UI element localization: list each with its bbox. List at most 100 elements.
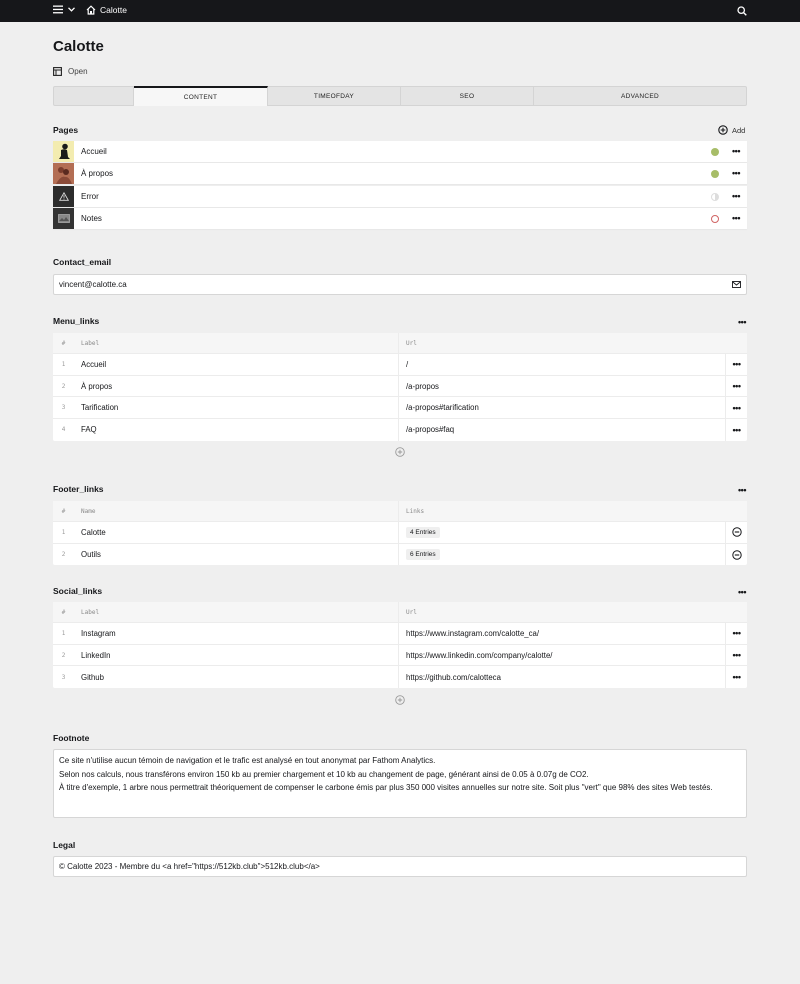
legal-value: © Calotte 2023 - Membre du <a href="http… — [59, 862, 320, 871]
row-options-button[interactable]: ••• — [726, 354, 747, 375]
row-label[interactable]: FAQ — [74, 419, 399, 441]
status-unlisted-icon[interactable] — [711, 192, 719, 201]
page-options-button[interactable]: ••• — [730, 168, 742, 178]
row-label[interactable]: Github — [74, 666, 399, 689]
row-options-button[interactable]: ••• — [726, 376, 747, 397]
table-row[interactable]: 1 Accueil / ••• — [53, 354, 747, 376]
footer-links-label: Footer_links — [53, 484, 104, 494]
social-links-label: Social_links — [53, 586, 103, 596]
table-row[interactable]: 3 Tarification /a-propos#tarification ••… — [53, 397, 747, 420]
status-draft-icon[interactable] — [711, 214, 719, 223]
row-label[interactable]: Accueil — [74, 354, 399, 375]
page-thumbnail — [53, 141, 74, 162]
page-name: Accueil — [81, 147, 107, 156]
table-row[interactable]: 1 Calotte 4 Entries — [53, 522, 747, 544]
row-links[interactable]: 4 Entries — [399, 522, 726, 543]
row-options-button[interactable]: ••• — [726, 666, 747, 688]
table-row[interactable]: 3 Github https://github.com/calotteca ••… — [53, 666, 747, 689]
add-page-button[interactable]: Add — [718, 125, 745, 135]
page-thumbnail — [53, 185, 74, 207]
row-options-button[interactable]: ••• — [726, 623, 747, 644]
tab-seo[interactable]: SEO — [401, 87, 534, 105]
row-url[interactable]: https://www.linkedin.com/company/calotte… — [399, 644, 726, 666]
table-header: # Label Url — [53, 333, 747, 354]
menu-links-options-button[interactable]: ••• — [736, 317, 748, 327]
tab-timeofday[interactable]: TIMEOFDAY — [268, 87, 401, 105]
row-url[interactable]: / — [399, 354, 726, 375]
contact-email-label: Contact_email — [53, 257, 112, 267]
status-listed-icon[interactable] — [711, 148, 719, 156]
search-button[interactable] — [737, 6, 747, 18]
row-index: 1 — [61, 629, 66, 637]
page-options-button[interactable]: ••• — [730, 191, 742, 201]
row-url[interactable]: /a-propos#tarification — [399, 397, 726, 419]
row-url[interactable]: https://github.com/calotteca — [399, 666, 726, 689]
search-icon — [737, 6, 747, 16]
contact-email-field[interactable]: vincent@calotte.ca — [53, 274, 747, 295]
minus-circle-icon — [731, 527, 742, 538]
page-name: Error — [81, 191, 99, 201]
row-options-button[interactable]: ••• — [726, 645, 747, 666]
remove-row-button[interactable] — [726, 522, 747, 543]
row-index: 3 — [61, 404, 66, 412]
row-label[interactable]: Tarification — [74, 397, 399, 419]
page-options-button[interactable]: ••• — [730, 213, 742, 223]
footnote-textarea[interactable]: Ce site n'utilise aucun témoin de naviga… — [53, 749, 747, 818]
social-links-options-button[interactable]: ••• — [736, 587, 748, 597]
row-label[interactable]: Instagram — [74, 623, 399, 644]
table-row[interactable]: 1 Instagram https://www.instagram.com/ca… — [53, 623, 747, 645]
page-item-notes[interactable]: Notes ••• — [53, 207, 747, 229]
row-links[interactable]: 6 Entries — [399, 543, 726, 566]
tab-content[interactable]: CONTENT — [134, 86, 268, 106]
footer-links-table: # Name Links 1 Calotte 4 Entries 2 Outil… — [53, 501, 747, 566]
row-url[interactable]: /a-propos#faq — [399, 419, 726, 441]
row-label[interactable]: LinkedIn — [74, 644, 399, 666]
status-button[interactable]: Open — [53, 67, 88, 76]
tab-advanced[interactable]: ADVANCED — [534, 87, 746, 105]
row-label[interactable]: À propos — [74, 375, 399, 397]
table-row[interactable]: 2 Outils 6 Entries — [53, 543, 747, 566]
menu-links-table: # Label Url 1 Accueil / ••• 2 À propos /… — [53, 333, 747, 441]
status-listed-icon[interactable] — [711, 170, 719, 179]
legal-field[interactable]: © Calotte 2023 - Membre du <a href="http… — [53, 856, 747, 877]
remove-row-button[interactable] — [726, 544, 747, 566]
row-url[interactable]: https://www.instagram.com/calotte_ca/ — [399, 623, 726, 644]
page-name: Notes — [81, 213, 102, 223]
page-item-accueil[interactable]: Accueil ••• — [53, 141, 747, 162]
row-options-button[interactable]: ••• — [726, 397, 747, 418]
row-options-button[interactable]: ••• — [726, 419, 747, 441]
add-row-icon[interactable] — [395, 695, 405, 705]
table-row[interactable]: 4 FAQ /a-propos#faq ••• — [53, 419, 747, 441]
row-name[interactable]: Calotte — [74, 522, 399, 543]
add-label: Add — [732, 125, 746, 135]
add-row-icon[interactable] — [395, 447, 405, 457]
row-index: 1 — [61, 528, 66, 536]
site-link[interactable]: Calotte — [86, 5, 127, 15]
header-index: # — [61, 507, 66, 515]
table-header: # Label Url — [53, 602, 747, 623]
menu-button[interactable] — [53, 5, 75, 14]
table-row[interactable]: 2 À propos /a-propos ••• — [53, 375, 747, 398]
footer-links-options-button[interactable]: ••• — [736, 485, 748, 495]
site-name: Calotte — [100, 5, 127, 15]
row-index: 2 — [61, 551, 66, 559]
row-index: 3 — [61, 673, 66, 681]
row-name[interactable]: Outils — [74, 543, 399, 566]
table-header: # Name Links — [53, 501, 747, 522]
page-item-a-propos[interactable]: À propos ••• — [53, 163, 747, 185]
tab-bar: CONTENT TIMEOFDAY SEO ADVANCED — [53, 86, 747, 106]
entries-badge: 6 Entries — [406, 549, 440, 561]
page-thumbnail — [53, 207, 74, 229]
figure-thumbnail-icon — [58, 143, 70, 159]
page-options-button[interactable]: ••• — [730, 146, 742, 156]
row-url[interactable]: /a-propos — [399, 375, 726, 397]
row-index: 4 — [61, 426, 66, 434]
page-item-error[interactable]: Error ••• — [53, 185, 747, 207]
add-circle-icon — [718, 125, 728, 135]
table-row[interactable]: 2 LinkedIn https://www.linkedin.com/comp… — [53, 644, 747, 667]
top-bar: Calotte — [0, 0, 800, 22]
tab-empty[interactable] — [54, 87, 134, 105]
photo-thumbnail-icon — [53, 163, 74, 185]
status-label: Open — [68, 67, 88, 76]
footnote-label: Footnote — [53, 733, 90, 743]
